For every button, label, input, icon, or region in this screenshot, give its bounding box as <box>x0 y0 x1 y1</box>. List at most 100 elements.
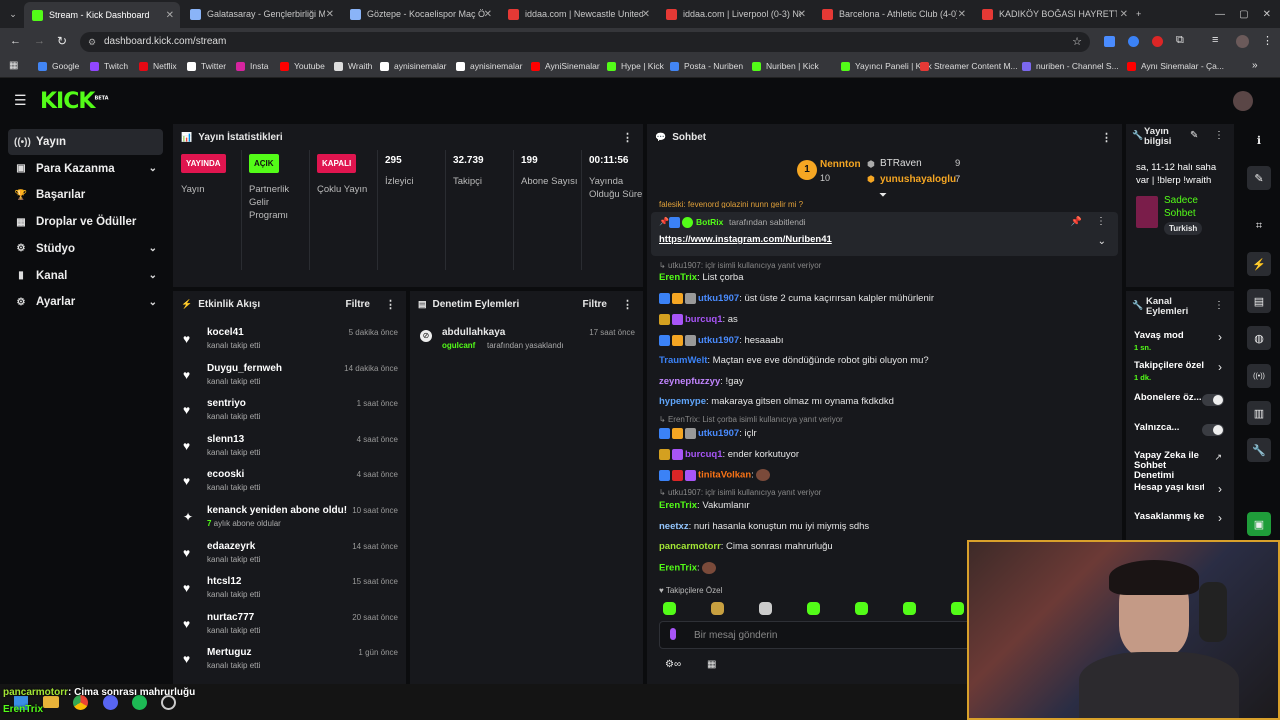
chat-message[interactable]: tinitaVolkan: <box>659 469 772 481</box>
channel-action-item[interactable]: Yasaklanmış kelin › <box>1126 511 1234 538</box>
activity-item[interactable]: ♥ ecooski kanalı takip etti 4 saat önce <box>183 469 398 503</box>
kebab-menu-icon[interactable]: ⋮ <box>622 131 633 144</box>
activity-item[interactable]: ♥ slenn13 kanalı takip etti 4 saat önce <box>183 434 398 468</box>
activity-username[interactable]: kenanck yeniden abone oldu! <box>207 505 347 516</box>
reload-icon[interactable]: ↻ <box>57 34 67 48</box>
close-tab-icon[interactable]: ✕ <box>326 9 334 20</box>
kebab-menu-icon[interactable]: ⋮ <box>1096 216 1106 227</box>
kick-logo[interactable]: KICKBETA <box>40 89 109 114</box>
emote-icon[interactable] <box>951 602 964 615</box>
activity-item[interactable]: ♥ edaazeyrk kanalı takip etti 14 saat önce <box>183 541 398 575</box>
emote-icon[interactable] <box>855 602 868 615</box>
extension-icon[interactable] <box>1104 36 1115 47</box>
store-icon[interactable]: ▦ <box>707 659 716 670</box>
channel-action-item[interactable]: Yavaş mod 1 sn. › <box>1126 330 1234 357</box>
bookmark-item[interactable]: aynisinemalar <box>456 61 522 71</box>
activity-item[interactable]: ♥ kocel41 kanalı takip etti 5 dakika önce <box>183 327 398 361</box>
chat-settings-icon[interactable]: ⚙∞ <box>665 659 681 670</box>
activity-username[interactable]: edaazeyrk <box>207 541 255 552</box>
bookmark-item[interactable]: aynisinemalar <box>380 61 446 71</box>
extension-icon[interactable] <box>1128 36 1139 47</box>
edit-icon[interactable]: ✎ <box>1247 166 1271 190</box>
minimize-icon[interactable]: — <box>1215 9 1225 20</box>
sidebar-item[interactable]: ▮ Kanal ⌄ <box>8 263 163 289</box>
bookmark-item[interactable]: Twitch <box>90 61 128 71</box>
edit-pencil-icon[interactable]: ✎ <box>1190 130 1198 141</box>
activity-username[interactable]: Mertuguz <box>207 647 251 658</box>
clipboard-icon[interactable]: ▤ <box>1247 289 1271 313</box>
browser-tab[interactable]: Göztepe - Kocaelispor Maç Öze ✕ <box>342 3 498 25</box>
chat-message[interactable]: hypemype: makaraya gitsen olmaz mı oynam… <box>659 396 894 407</box>
sidebar-item[interactable]: ⚙ Ayarlar ⌄ <box>8 289 163 315</box>
moderation-item[interactable]: ⊘ abdullahkaya ogulcanf tarafından yasak… <box>420 327 635 357</box>
chat-message[interactable]: neetxz: nuri hasanla konuştun mu iyi miy… <box>659 521 869 532</box>
filter-button[interactable]: Filtre <box>583 299 607 310</box>
chat-username[interactable]: pancarmotorr <box>659 541 721 552</box>
extensions-puzzle-icon[interactable]: ⧉ <box>1176 34 1184 47</box>
emote-icon[interactable] <box>807 602 820 615</box>
chat-username[interactable]: utku1907 <box>698 428 739 439</box>
close-tab-icon[interactable]: ✕ <box>798 9 806 20</box>
activity-item[interactable]: ♥ Mertuguz kanalı takip etti 1 gün önce <box>183 647 398 681</box>
activity-item[interactable]: ✦ kenanck yeniden abone oldu! 7 aylık abon… <box>183 505 398 539</box>
chat-message[interactable]: TraumWelt: Maçtan eve eve döndüğünde rob… <box>659 355 929 366</box>
collapse-chevron-icon[interactable]: ⏷ <box>879 190 887 201</box>
chevron-down-icon[interactable]: ⌄ <box>1098 236 1106 247</box>
emote-icon[interactable] <box>903 602 916 615</box>
chat-message[interactable]: zeynepfuzzyy: !gay <box>659 376 744 387</box>
pinned-by-user[interactable]: BotRix <box>696 217 723 227</box>
close-tab-icon[interactable]: ✕ <box>1120 9 1128 20</box>
bookmark-item[interactable]: nuriben - Channel S... <box>1022 61 1119 71</box>
activity-username[interactable]: Duygu_fernweh <box>207 363 282 374</box>
chat-username[interactable]: ErenTrix <box>659 500 697 511</box>
wrench-icon[interactable]: 🔧 <box>1247 438 1271 462</box>
kebab-menu-icon[interactable]: ⋮ <box>1214 300 1224 311</box>
leader-name[interactable]: BTRaven <box>880 158 922 169</box>
layout-icon[interactable]: ▥ <box>1247 401 1271 425</box>
channel-action-item[interactable]: Hesap yaşı kısıtla › <box>1126 482 1234 509</box>
close-tab-icon[interactable]: ✕ <box>958 9 966 20</box>
back-icon[interactable]: ← <box>10 35 21 47</box>
browser-menu-icon[interactable]: ⋮ <box>1262 34 1273 47</box>
chat-username[interactable]: zeynepfuzzyy <box>659 376 720 387</box>
chat-username[interactable]: tinitaVolkan <box>698 470 751 481</box>
chat-message[interactable]: pancarmotorr: Cima sonrası mahrurluğu <box>659 541 833 552</box>
close-window-icon[interactable]: ✕ <box>1263 9 1271 20</box>
kebab-menu-icon[interactable]: ⋮ <box>1214 130 1224 141</box>
channel-action-item[interactable]: Takipçilere özel s 1 dk. › <box>1126 360 1234 387</box>
kebab-menu-icon[interactable]: ⋮ <box>622 298 633 311</box>
chat-username[interactable]: burcuq1 <box>685 314 722 325</box>
language-tag[interactable]: Turkish <box>1164 222 1203 235</box>
close-tab-icon[interactable]: ✕ <box>166 10 174 21</box>
channel-action-item[interactable]: Yalnızca... <box>1126 423 1234 449</box>
address-bar[interactable]: ⚙ dashboard.kick.com/stream ☆ <box>80 32 1090 52</box>
external-link-icon[interactable]: ↗ <box>1214 452 1222 463</box>
bookmark-item[interactable]: Nuriben | Kick <box>752 61 819 71</box>
site-info-icon[interactable]: ⚙ <box>88 32 96 52</box>
activity-username[interactable]: kocel41 <box>207 327 244 338</box>
browser-tab[interactable]: iddaa.com | Liverpool (0-3) Not ✕ <box>658 3 812 25</box>
sidebar-item[interactable]: ▦ Droplar ve Ödüller <box>8 209 163 235</box>
unpin-icon[interactable]: 📌 <box>1071 216 1082 227</box>
chevron-down-icon[interactable]: ⌄ <box>149 243 157 254</box>
leader-name[interactable]: Nennton <box>820 159 861 170</box>
bookmark-item[interactable]: Hype | Kick <box>607 61 664 71</box>
sidebar-item[interactable]: ▣ Para Kazanma ⌄ <box>8 156 163 182</box>
bookmark-item[interactable]: Wraith <box>334 61 372 71</box>
chat-username[interactable]: ErenTrix <box>659 563 697 574</box>
chat-username[interactable]: neetxz <box>659 521 689 532</box>
media-icon[interactable]: ≡ <box>1212 34 1218 46</box>
chat-message[interactable]: utku1907: hesaaabı <box>659 335 784 346</box>
toggle-switch[interactable] <box>1202 394 1224 406</box>
close-tab-icon[interactable]: ✕ <box>642 9 650 20</box>
close-tab-icon[interactable]: ✕ <box>484 9 492 20</box>
activity-item[interactable]: ♥ Duygu_fernweh kanalı takip etti 14 dakika… <box>183 363 398 397</box>
kebab-menu-icon[interactable]: ⋮ <box>1101 131 1112 144</box>
chat-message[interactable]: ErenTrix: <box>659 562 718 574</box>
emote-icon[interactable] <box>663 602 676 615</box>
kebab-menu-icon[interactable]: ⋮ <box>385 298 396 311</box>
chat-message[interactable]: burcuq1: as <box>659 314 738 325</box>
bookmark-item[interactable]: Posta - Nuriben <box>670 61 743 71</box>
activity-item[interactable]: ♥ sentriyo kanalı takip etti 1 saat önce <box>183 398 398 432</box>
browser-tab[interactable]: iddaa.com | Newcastle United ✕ <box>500 3 656 25</box>
